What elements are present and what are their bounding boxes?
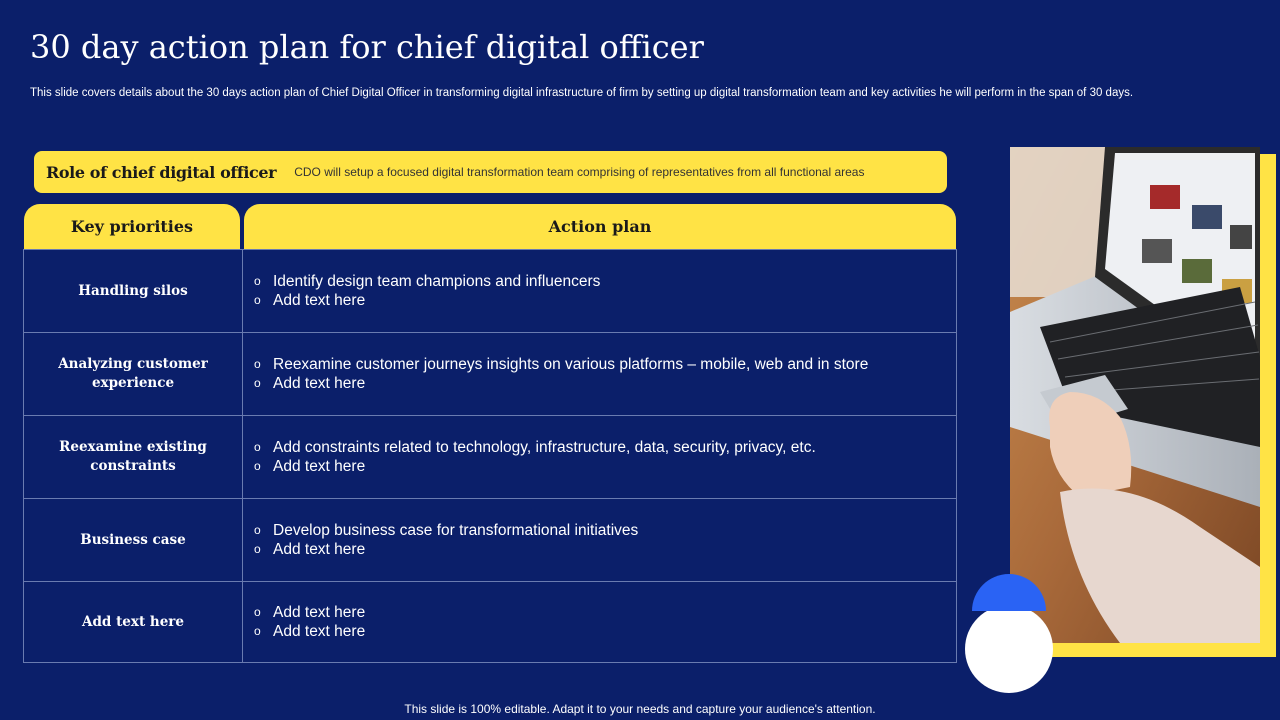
role-description: CDO will setup a focused digital transfo… [294,165,865,179]
hollow-circle-bullet-icon: o [254,624,261,638]
table-row: Analyzing customer experience o Reexamine… [24,333,956,416]
role-banner: Role of chief digital officer CDO will s… [34,151,947,193]
bullet-text: Add constraints related to technology, i… [273,439,816,456]
action-bullet: o Add constraints related to technology, … [254,438,946,457]
action-bullet: o Add text here [254,457,946,476]
slide-footer: This slide is 100% editable. Adapt it to… [404,702,876,716]
bullet-text: Add text here [273,375,366,392]
hollow-circle-bullet-icon: o [254,459,261,473]
priority-cell: Handling silos [24,250,243,332]
action-cell: o Add text here o Add text here [254,582,946,662]
slide-title: 30 day action plan for chief digital off… [30,28,704,66]
header-action-plan: Action plan [244,204,956,249]
role-title: Role of chief digital officer [46,162,277,182]
priority-cell: Add text here [24,582,243,662]
hollow-circle-bullet-icon: o [254,542,261,556]
laptop-photo [1010,147,1260,643]
action-plan-table: Handling silos o Identify design team cha… [23,249,957,663]
action-cell: o Identify design team champions and infl… [254,250,946,332]
header-key-priorities: Key priorities [24,204,240,249]
bullet-text: Add text here [273,541,366,558]
bullet-text: Develop business case for transformation… [273,522,639,539]
action-cell: o Add constraints related to technology, … [254,416,946,498]
action-bullet: o Add text here [254,540,946,559]
action-bullet: o Add text here [254,603,946,622]
laptop-illustration [1010,147,1260,643]
hollow-circle-bullet-icon: o [254,293,261,307]
slide-subtitle: This slide covers details about the 30 d… [30,87,1134,99]
bullet-text: Reexamine customer journeys insights on … [273,356,869,373]
hollow-circle-bullet-icon: o [254,523,261,537]
action-bullet: o Add text here [254,374,946,393]
bullet-text: Add text here [273,604,366,621]
table-row: Add text here o Add text here o Add text h… [24,582,956,662]
bullet-text: Add text here [273,292,366,309]
bullet-text: Add text here [273,623,366,640]
hollow-circle-bullet-icon: o [254,376,261,390]
decorative-white-circle [965,605,1053,693]
table-row: Handling silos o Identify design team cha… [24,250,956,333]
action-bullet: o Develop business case for transformatio… [254,521,946,540]
table-row: Reexamine existing constraints o Add cons… [24,416,956,499]
bullet-text: Identify design team champions and influ… [273,273,601,290]
action-cell: o Reexamine customer journeys insights on… [254,333,946,415]
hollow-circle-bullet-icon: o [254,274,261,288]
hollow-circle-bullet-icon: o [254,440,261,454]
table-row: Business case o Develop business case for… [24,499,956,582]
action-bullet: o Reexamine customer journeys insights on… [254,355,946,374]
bullet-text: Add text here [273,458,366,475]
action-bullet: o Add text here [254,622,946,641]
action-cell: o Develop business case for transformatio… [254,499,946,581]
hollow-circle-bullet-icon: o [254,605,261,619]
priority-cell: Analyzing customer experience [24,333,243,415]
hollow-circle-bullet-icon: o [254,357,261,371]
priority-cell: Reexamine existing constraints [24,416,243,498]
action-bullet: o Add text here [254,291,946,310]
priority-cell: Business case [24,499,243,581]
action-bullet: o Identify design team champions and infl… [254,272,946,291]
